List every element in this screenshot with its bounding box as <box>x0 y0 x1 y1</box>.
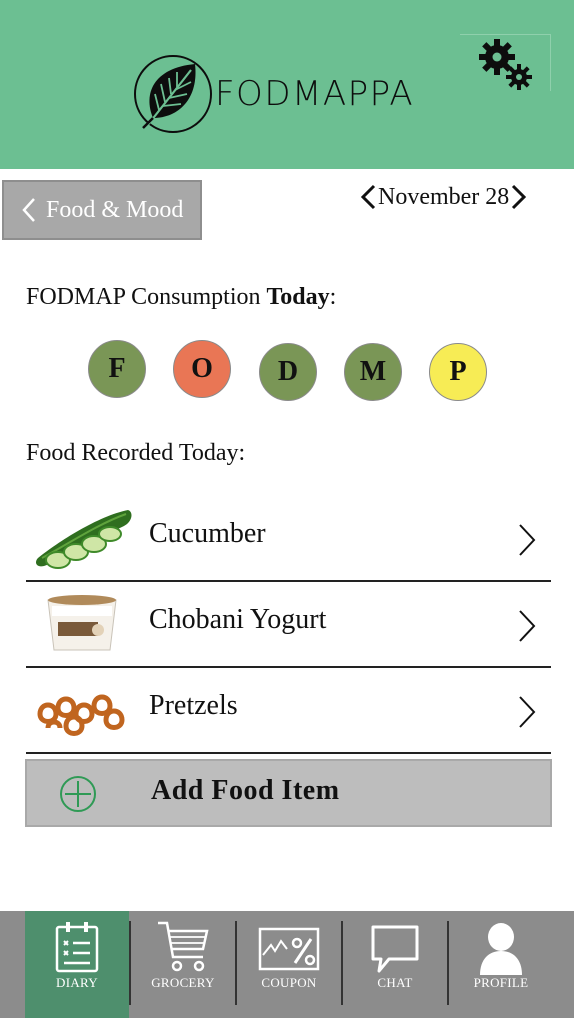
fodmap-dot-f[interactable]: F <box>88 340 146 398</box>
chevron-left-icon[interactable] <box>358 183 378 211</box>
current-date: November 28 <box>378 183 510 210</box>
app-name: FODMAPPA <box>215 74 415 114</box>
bottom-tab-bar: DIARY GROCERY COUPON CHAT PROFILE <box>0 911 574 1018</box>
chat-icon <box>371 925 419 973</box>
tab-label: CHAT <box>377 975 413 990</box>
fodmap-dot-o[interactable]: O <box>173 340 231 398</box>
fodmap-dot-p[interactable]: P <box>429 343 487 401</box>
food-item-name: Cucumber <box>149 518 266 549</box>
fodmap-dot-d[interactable]: D <box>259 343 317 401</box>
tab-label: DIARY <box>56 975 98 990</box>
cart-icon <box>158 921 209 972</box>
fodmap-letter: M <box>359 356 387 387</box>
fodmap-letter: O <box>191 353 213 384</box>
app-logo: FODMAPPA <box>133 54 414 134</box>
food-item-chobani-yogurt[interactable]: Chobani Yogurt <box>26 582 551 668</box>
cucumber-image <box>36 510 132 569</box>
food-item-pretzels[interactable]: Pretzels <box>26 668 551 754</box>
tab-diary[interactable]: DIARY <box>25 911 129 1018</box>
consumption-prefix: FODMAP Consumption <box>26 284 267 310</box>
back-button-label: Food & Mood <box>46 196 184 223</box>
back-button[interactable]: Food & Mood <box>2 180 202 240</box>
chevron-left-icon <box>22 198 35 222</box>
fodmap-dot-m[interactable]: M <box>344 343 402 401</box>
tab-label: PROFILE <box>473 975 529 990</box>
pretzels-image <box>37 694 125 736</box>
plus-circle-icon <box>60 776 96 812</box>
food-item-name: Chobani Yogurt <box>149 604 327 635</box>
person-icon <box>480 923 522 975</box>
fodmap-letter: F <box>108 353 126 384</box>
fodmap-letter: D <box>277 356 299 387</box>
date-navigator: November 28 <box>358 183 529 211</box>
consumption-today: Today <box>266 284 330 310</box>
leaf-icon <box>134 55 212 133</box>
settings-button[interactable] <box>460 34 551 91</box>
food-item-name: Pretzels <box>149 690 238 721</box>
add-food-item-label: Add Food Item <box>151 775 340 806</box>
fodmap-indicators: F O D M P <box>88 340 508 404</box>
tab-label: COUPON <box>261 975 317 990</box>
food-item-cucumber[interactable]: Cucumber <box>26 496 551 582</box>
consumption-heading: FODMAP Consumption Today: <box>26 284 336 311</box>
gears-icon <box>479 39 532 90</box>
chevron-right-icon <box>519 524 536 556</box>
tab-profile[interactable]: PROFILE <box>449 911 553 1018</box>
tab-chat[interactable]: CHAT <box>343 911 447 1018</box>
tab-coupon[interactable]: COUPON <box>237 911 341 1018</box>
chevron-right-icon[interactable] <box>509 183 529 211</box>
tab-grocery[interactable]: GROCERY <box>131 911 235 1018</box>
tab-label: GROCERY <box>151 975 215 990</box>
fodmap-letter: P <box>449 356 467 387</box>
consumption-suffix: : <box>329 284 337 310</box>
coupon-icon <box>258 927 320 971</box>
chevron-right-icon <box>519 610 536 642</box>
food-recorded-heading: Food Recorded Today: <box>26 440 246 466</box>
yogurt-image <box>47 595 117 651</box>
add-food-item-button[interactable]: Add Food Item <box>25 759 552 827</box>
app-header: FODMAPPA <box>0 0 574 169</box>
chevron-right-icon <box>519 696 536 728</box>
clipboard-icon <box>55 922 99 973</box>
